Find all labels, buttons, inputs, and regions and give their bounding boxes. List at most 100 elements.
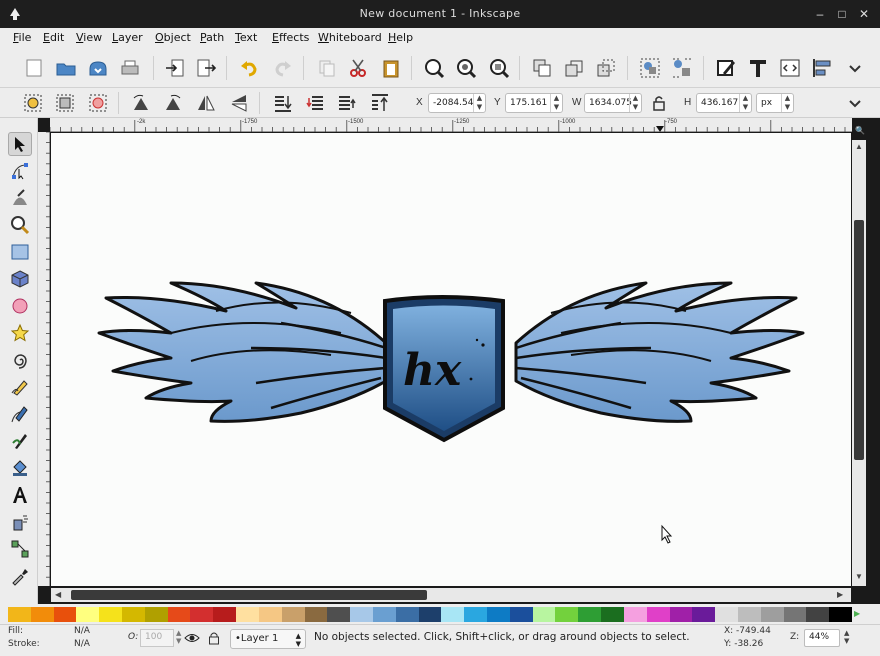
- palette-scroll-icon[interactable]: ▶: [854, 609, 860, 618]
- spinner-arrows-icon[interactable]: ▲ ▼: [739, 94, 751, 112]
- palette-swatch[interactable]: [464, 607, 488, 622]
- spinner-arrows-icon[interactable]: ▲ ▼: [629, 94, 641, 112]
- xml-editor-button[interactable]: [777, 55, 803, 81]
- rotate-ccw-button[interactable]: [128, 90, 154, 116]
- selector-tool[interactable]: [8, 132, 32, 156]
- deselect-button[interactable]: [85, 90, 111, 116]
- palette-swatch[interactable]: [555, 607, 579, 622]
- zoom-field[interactable]: 44%: [804, 629, 840, 647]
- palette-swatch[interactable]: [509, 607, 533, 622]
- unit-select[interactable]: px ▲ ▼: [756, 93, 794, 113]
- pen-tool[interactable]: [8, 402, 32, 426]
- flip-vertical-button[interactable]: [226, 90, 252, 116]
- scroll-left-arrow-icon[interactable]: ◀: [55, 590, 61, 599]
- 3d-box-tool[interactable]: [8, 267, 32, 291]
- lower-button[interactable]: [302, 90, 328, 116]
- horizontal-scroll-thumb[interactable]: [71, 590, 427, 600]
- palette-swatch[interactable]: [669, 607, 693, 622]
- palette-swatch[interactable]: [760, 607, 784, 622]
- spiral-tool[interactable]: [8, 348, 32, 372]
- select-all-layers-button[interactable]: [52, 90, 78, 116]
- dropper-tool[interactable]: [8, 564, 32, 588]
- zoom-page-button[interactable]: [486, 55, 512, 81]
- open-button[interactable]: [53, 55, 79, 81]
- palette-swatch[interactable]: [53, 607, 77, 622]
- text-tool[interactable]: [8, 483, 32, 507]
- palette-swatch[interactable]: [144, 607, 168, 622]
- opacity-field[interactable]: 100: [140, 629, 174, 647]
- raise-to-top-button[interactable]: [367, 90, 393, 116]
- spinner-arrows-icon[interactable]: ▲ ▼: [844, 629, 849, 645]
- rotate-cw-button[interactable]: [160, 90, 186, 116]
- palette-swatch[interactable]: [350, 607, 374, 622]
- unlink-clone-button[interactable]: [593, 55, 619, 81]
- new-document-button[interactable]: [21, 55, 47, 81]
- node-tool[interactable]: [8, 159, 32, 183]
- tweak-tool[interactable]: [8, 186, 32, 210]
- palette-swatch[interactable]: [578, 607, 602, 622]
- calligraphy-tool[interactable]: [8, 429, 32, 453]
- copy-button[interactable]: [314, 55, 340, 81]
- undo-button[interactable]: [236, 55, 262, 81]
- import-button[interactable]: [162, 55, 188, 81]
- spinner-arrows-icon[interactable]: ▲ ▼: [550, 94, 562, 112]
- zoom-selection-button[interactable]: [421, 55, 447, 81]
- menu-text[interactable]: Text: [235, 31, 257, 44]
- controls-overflow-button[interactable]: [842, 90, 868, 116]
- text-font-button[interactable]: [745, 55, 771, 81]
- redo-button[interactable]: [270, 55, 296, 81]
- close-button[interactable]: ✕: [856, 6, 872, 22]
- spinner-arrows-icon[interactable]: ▲ ▼: [176, 629, 181, 645]
- horizontal-scrollbar[interactable]: ◀ ▶: [51, 588, 851, 602]
- palette-swatch[interactable]: [76, 607, 100, 622]
- palette-swatch[interactable]: [441, 607, 465, 622]
- menu-path[interactable]: Path: [200, 31, 224, 44]
- flip-horizontal-button[interactable]: [193, 90, 219, 116]
- connector-tool[interactable]: [8, 537, 32, 561]
- zoom-corner-icon[interactable]: 🔍: [855, 126, 865, 135]
- star-tool[interactable]: [8, 321, 32, 345]
- paint-bucket-tool[interactable]: [8, 456, 32, 480]
- vertical-scroll-thumb[interactable]: [854, 220, 864, 460]
- lower-to-bottom-button[interactable]: [270, 90, 296, 116]
- palette-swatch[interactable]: [487, 607, 511, 622]
- print-button[interactable]: [117, 55, 143, 81]
- lock-proportions-button[interactable]: [646, 90, 672, 116]
- palette-swatch[interactable]: [829, 607, 853, 622]
- menu-edit[interactable]: Edit: [43, 31, 64, 44]
- palette-swatch[interactable]: [258, 607, 282, 622]
- current-layer-select[interactable]: •Layer 1 ▲ ▼: [230, 629, 306, 649]
- minimize-button[interactable]: –: [812, 6, 828, 22]
- vertical-ruler[interactable]: [38, 132, 50, 586]
- save-button[interactable]: [85, 55, 111, 81]
- pencil-tool[interactable]: [8, 375, 32, 399]
- raise-button[interactable]: [334, 90, 360, 116]
- palette-swatch[interactable]: [167, 607, 191, 622]
- spray-tool[interactable]: [8, 510, 32, 534]
- fill-value[interactable]: N/A: [74, 626, 90, 636]
- align-distribute-button[interactable]: [809, 55, 835, 81]
- h-field[interactable]: 436.167 ▲ ▼: [696, 93, 752, 113]
- x-field[interactable]: -2084.54 ▲ ▼: [428, 93, 486, 113]
- menu-view[interactable]: View: [76, 31, 102, 44]
- scroll-down-arrow-icon[interactable]: ▼: [855, 572, 863, 581]
- y-field[interactable]: 175.161 ▲ ▼: [505, 93, 563, 113]
- palette-swatch[interactable]: [304, 607, 328, 622]
- menu-effects[interactable]: Effects: [272, 31, 309, 44]
- palette-swatch[interactable]: [327, 607, 351, 622]
- palette-swatch[interactable]: [532, 607, 556, 622]
- menu-file[interactable]: File: [13, 31, 31, 44]
- duplicate-button[interactable]: [529, 55, 555, 81]
- vertical-scrollbar[interactable]: ▲ ▼: [852, 140, 866, 586]
- maximize-button[interactable]: □: [834, 6, 850, 22]
- palette-swatch[interactable]: [692, 607, 716, 622]
- palette-swatch[interactable]: [236, 607, 260, 622]
- palette-swatch[interactable]: [213, 607, 237, 622]
- fill-stroke-button[interactable]: [713, 55, 739, 81]
- menu-layer[interactable]: Layer: [112, 31, 143, 44]
- wings-shield-artwork[interactable]: hx: [51, 133, 851, 586]
- palette-swatch[interactable]: [372, 607, 396, 622]
- ellipse-tool[interactable]: [8, 294, 32, 318]
- menu-whiteboard[interactable]: Whiteboard: [318, 31, 382, 44]
- drawing-canvas[interactable]: hx: [51, 133, 851, 586]
